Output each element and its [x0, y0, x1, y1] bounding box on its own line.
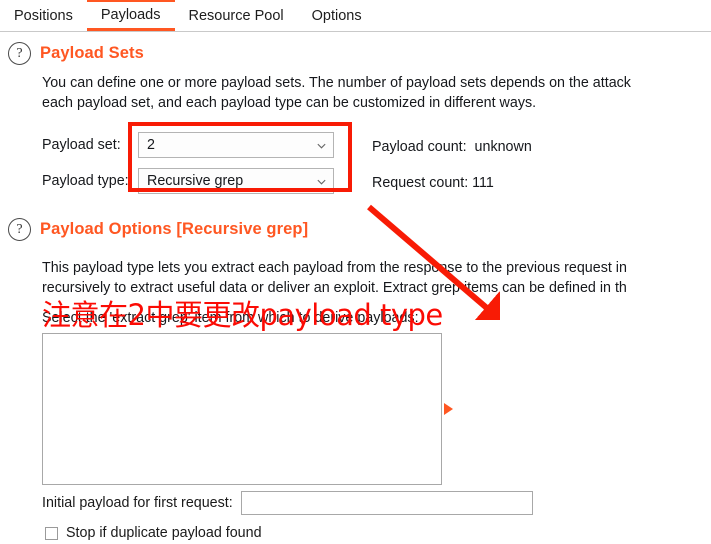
initial-payload-label: Initial payload for first request: — [42, 495, 233, 511]
payload-count-value: unknown — [474, 139, 532, 155]
chevron-down-icon — [317, 143, 326, 149]
tab-options[interactable]: Options — [298, 0, 376, 31]
description-line: each payload set, and each payload type … — [42, 95, 537, 111]
payload-sets-description: You can define one or more payload sets.… — [0, 73, 711, 113]
payload-count-label: Payload count: — [372, 139, 467, 155]
extract-grep-listbox[interactable] — [42, 333, 442, 485]
payload-count-row: Payload count: unknown — [372, 132, 532, 162]
play-triangle-icon — [444, 403, 453, 415]
request-count-row: Request count: 111 — [372, 168, 532, 198]
payload-set-dropdown[interactable]: 2 — [138, 132, 334, 158]
chevron-down-icon — [317, 179, 326, 185]
stop-duplicate-checkbox[interactable] — [45, 526, 58, 540]
tab-positions[interactable]: Positions — [0, 0, 87, 31]
payload-type-row: Payload type: Recursive grep — [42, 166, 334, 196]
tab-label: Resource Pool — [188, 7, 284, 24]
payload-set-value: 2 — [147, 137, 155, 153]
payload-options-header: ? Payload Options [Recursive grep] — [0, 218, 308, 241]
initial-payload-row: Initial payload for first request: — [42, 491, 533, 515]
tab-label: Payloads — [100, 7, 161, 23]
request-count-label: Request count: — [372, 175, 469, 191]
tab-payloads[interactable]: Payloads — [86, 0, 175, 31]
payload-sets-fields: Payload set: 2 Payload type: Recursive g… — [42, 130, 334, 202]
tab-label: Positions — [14, 7, 73, 24]
question-mark-icon[interactable]: ? — [8, 42, 31, 65]
payload-type-dropdown[interactable]: Recursive grep — [138, 168, 334, 194]
initial-payload-input[interactable] — [240, 491, 533, 515]
tab-bar: Positions Payloads Resource Pool Options — [0, 0, 711, 32]
payload-options-description: This payload type lets you extract each … — [0, 258, 711, 298]
page-title: Payload Sets — [40, 44, 144, 62]
counts-group: Payload count: unknown Request count: 11… — [372, 132, 532, 204]
payload-type-label: Payload type: — [42, 173, 129, 189]
payload-options-title: Payload Options [Recursive grep] — [40, 220, 309, 238]
payload-set-label: Payload set: — [42, 137, 121, 153]
select-item-label: Select the 'extract grep' item from whic… — [42, 310, 419, 326]
description-line: recursively to extract useful data or de… — [42, 280, 627, 296]
payload-sets-header: ? Payload Sets — [0, 42, 711, 65]
stop-duplicate-label: Stop if duplicate payload found — [66, 525, 262, 541]
description-line: You can define one or more payload sets.… — [42, 75, 631, 91]
question-mark-icon[interactable]: ? — [8, 218, 31, 241]
request-count-value: 111 — [472, 175, 494, 191]
description-line: This payload type lets you extract each … — [42, 260, 627, 276]
payload-type-value: Recursive grep — [147, 173, 244, 189]
stop-duplicate-row[interactable]: Stop if duplicate payload found — [45, 525, 262, 541]
payload-set-row: Payload set: 2 — [42, 130, 334, 160]
tab-resource-pool[interactable]: Resource Pool — [175, 0, 298, 31]
tab-label: Options — [311, 7, 362, 24]
